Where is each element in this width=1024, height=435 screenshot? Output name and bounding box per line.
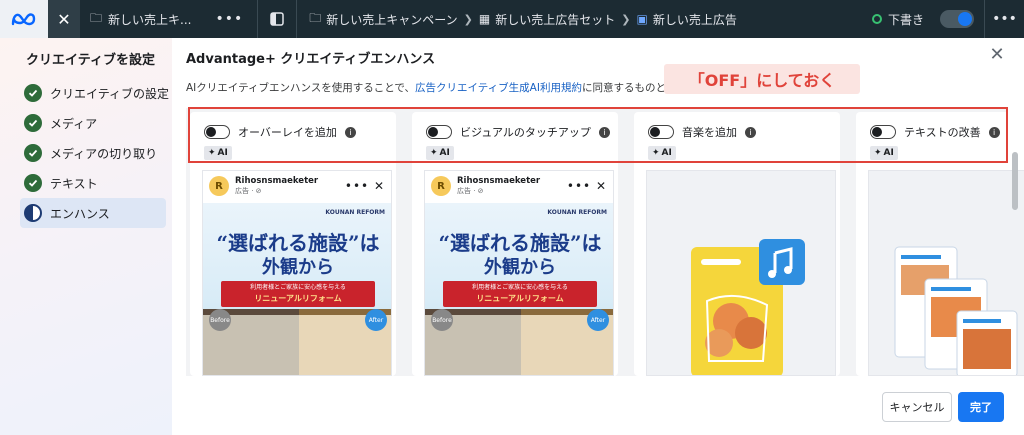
avatar: R bbox=[431, 176, 451, 196]
check-circle-icon bbox=[24, 174, 42, 192]
text-improve-toggle[interactable] bbox=[870, 125, 896, 139]
cancel-button[interactable]: キャンセル bbox=[882, 392, 952, 422]
sidebar-item-media[interactable]: メディア bbox=[24, 108, 172, 138]
ai-badge: ✦ AI bbox=[648, 146, 676, 160]
tab-campaign[interactable]: 🗀 新しい売上キ... bbox=[80, 0, 201, 38]
close-icon[interactable]: ✕ bbox=[986, 44, 1008, 66]
music-toggle[interactable] bbox=[648, 125, 674, 139]
scrollbar[interactable] bbox=[1012, 152, 1018, 210]
card-overlay: オーバーレイを追加 i ✦ AI R Rihosnsmaeketer 広告 · ⊘… bbox=[190, 112, 396, 376]
done-button[interactable]: 完了 bbox=[958, 392, 1004, 422]
draft-status: 下書き bbox=[872, 0, 924, 38]
breadcrumb: 🗀 新しい売上キャンペーン ❯ ▦ 新しい売上広告セット ❯ ▣ 新しい売上広告 bbox=[297, 9, 737, 30]
panel-toggle-icon[interactable] bbox=[257, 0, 298, 38]
preview-menu-icon: ••• ✕ bbox=[566, 179, 607, 193]
card-visual-touchup: ビジュアルのタッチアップ i ✦ AI R Rihosnsmaeketer 広告 … bbox=[412, 112, 618, 376]
breadcrumb-ad[interactable]: ▣ 新しい売上広告 bbox=[636, 11, 736, 28]
ads-manager-window: ✕ 🗀 新しい売上キ... ••• 🗀 新しい売上キャンペーン ❯ ▦ 新しい売上広… bbox=[0, 0, 1024, 435]
publish-toggle[interactable] bbox=[940, 10, 974, 28]
sidebar-item-text[interactable]: テキスト bbox=[24, 168, 172, 198]
info-icon[interactable]: i bbox=[344, 126, 356, 138]
ai-badge: ✦ AI bbox=[426, 146, 454, 160]
check-circle-icon bbox=[24, 144, 42, 162]
card-add-music: 音楽を追加 i ✦ AI bbox=[634, 112, 840, 376]
info-icon[interactable]: i bbox=[745, 126, 756, 138]
ad-preview: R Rihosnsmaeketer 広告 · ⊘ ••• ✕ KOUNAN RE… bbox=[424, 170, 614, 376]
sparkle-icon: ✦ bbox=[874, 148, 882, 158]
annotation-callout: 「OFF」にしておく bbox=[664, 64, 860, 94]
preview-menu-icon: ••• ✕ bbox=[344, 179, 385, 193]
sidebar-item-creative-setup[interactable]: クリエイティブの設定 bbox=[24, 78, 172, 108]
music-illustration bbox=[646, 170, 836, 376]
ai-badge: ✦ AI bbox=[870, 146, 898, 160]
sidebar-item-media-crop[interactable]: メディアの切り取り bbox=[24, 138, 172, 168]
folder-icon: 🗀 bbox=[309, 10, 322, 25]
more-options-button[interactable]: ••• bbox=[984, 0, 1024, 38]
enhance-panel: Advantage+ クリエイティブエンハンス ✕ AIクリエイティブエンハンス… bbox=[172, 38, 1024, 435]
sidebar-title: クリエイティブを設定 bbox=[26, 53, 155, 68]
description: AIクリエイティブエンハンスを使用することで、広告クリエイティブ生成AI利用規約… bbox=[186, 82, 707, 94]
info-icon[interactable]: i bbox=[988, 126, 1000, 138]
half-circle-icon bbox=[24, 204, 42, 222]
sparkle-icon: ✦ bbox=[652, 148, 660, 158]
step-list: クリエイティブの設定 メディア メディアの切り取り テキスト エンハンス bbox=[20, 78, 172, 228]
chevron-right-icon: ❯ bbox=[463, 12, 473, 26]
ad-icon: ▣ bbox=[636, 12, 648, 26]
breadcrumb-campaign[interactable]: 🗀 新しい売上キャンペーン bbox=[309, 9, 457, 30]
touchup-toggle[interactable] bbox=[426, 125, 452, 139]
text-illustration bbox=[868, 170, 1024, 376]
sparkle-icon: ✦ bbox=[430, 148, 438, 158]
draft-status-icon bbox=[872, 14, 882, 24]
card-text-improve: テキストの改善 i ✦ AI bbox=[856, 112, 1024, 376]
sidebar: クリエイティブを設定 クリエイティブの設定 メディア メディアの切り取り テキス… bbox=[0, 38, 172, 435]
enhancement-cards: オーバーレイを追加 i ✦ AI R Rihosnsmaeketer 広告 · ⊘… bbox=[186, 108, 1024, 376]
avatar: R bbox=[209, 176, 229, 196]
close-icon[interactable]: ✕ bbox=[48, 0, 80, 38]
page-title: Advantage+ クリエイティブエンハンス bbox=[186, 52, 436, 67]
check-circle-icon bbox=[24, 84, 42, 102]
breadcrumb-adset[interactable]: ▦ 新しい売上広告セット bbox=[479, 11, 615, 28]
meta-logo-icon bbox=[0, 0, 48, 38]
ad-image: KOUNAN REFORM “選ばれる施設”は 外観から 利用者様とご家族に安心… bbox=[425, 203, 613, 375]
sidebar-item-enhance[interactable]: エンハンス bbox=[20, 198, 166, 228]
ad-image: KOUNAN REFORM “選ばれる施設”は 外観から 利用者様とご家族に安心… bbox=[203, 203, 391, 375]
terms-link[interactable]: 広告クリエイティブ生成AI利用規約 bbox=[415, 82, 582, 94]
sparkle-icon: ✦ bbox=[208, 148, 216, 158]
folder-icon: 🗀 bbox=[90, 10, 103, 25]
more-tabs-button[interactable]: ••• bbox=[201, 11, 257, 27]
ad-preview: R Rihosnsmaeketer 広告 · ⊘ ••• ✕ KOUNAN RE… bbox=[202, 170, 392, 376]
top-bar: ✕ 🗀 新しい売上キ... ••• 🗀 新しい売上キャンペーン ❯ ▦ 新しい売上広… bbox=[0, 0, 1024, 38]
grid-icon: ▦ bbox=[478, 12, 491, 26]
ai-badge: ✦ AI bbox=[204, 146, 232, 160]
check-circle-icon bbox=[24, 114, 42, 132]
overlay-toggle[interactable] bbox=[204, 125, 230, 139]
info-icon[interactable]: i bbox=[598, 126, 610, 138]
chevron-right-icon: ❯ bbox=[621, 12, 631, 26]
